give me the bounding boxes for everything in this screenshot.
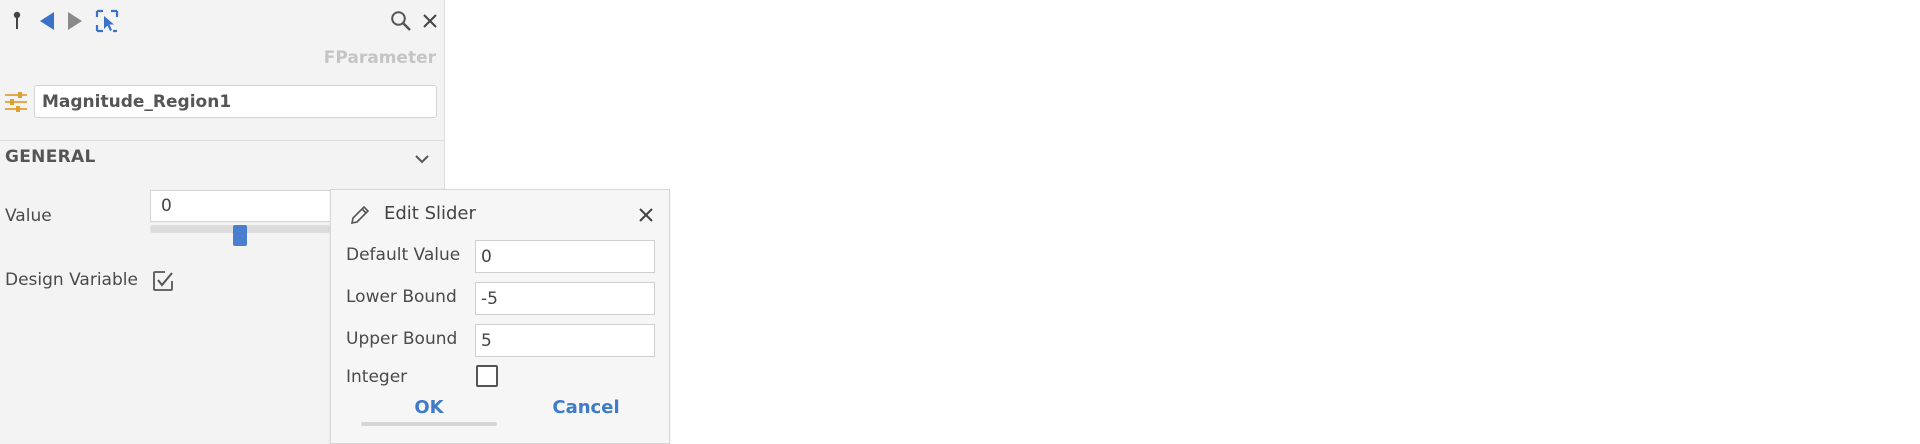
back-button[interactable]	[36, 8, 58, 34]
section-title-general: GENERAL	[5, 147, 96, 167]
lower-bound-label: Lower Bound	[346, 287, 457, 307]
forward-button[interactable]	[64, 8, 86, 34]
search-icon	[391, 11, 411, 31]
design-variable-label: Design Variable	[5, 270, 138, 290]
ok-button[interactable]: OK	[361, 397, 497, 418]
design-variable-checkbox[interactable]	[152, 270, 174, 292]
dialog-title: Edit Slider	[384, 203, 476, 224]
close-panel-button[interactable]	[418, 8, 442, 34]
edit-slider-dialog: Edit Slider Default Value 0 Lower Bound …	[330, 189, 670, 444]
checkbox-checked-icon	[153, 271, 173, 291]
divider	[0, 140, 445, 141]
parameter-name-input[interactable]: Magnitude_Region1	[34, 85, 437, 118]
value-input[interactable]: 0	[150, 190, 330, 222]
pencil-icon-wrap	[348, 203, 372, 227]
sliders-icon	[5, 92, 27, 112]
pin-button[interactable]	[6, 8, 28, 34]
integer-checkbox[interactable]	[476, 365, 498, 387]
forward-arrow-icon	[68, 12, 82, 30]
close-icon	[639, 208, 653, 222]
object-type-label: FParameter	[323, 48, 436, 68]
default-value-input[interactable]: 0	[475, 240, 655, 273]
cancel-button[interactable]: Cancel	[531, 397, 641, 418]
search-button[interactable]	[388, 8, 414, 34]
chevron-down-icon	[415, 155, 429, 164]
pin-icon	[13, 11, 21, 29]
dialog-close-button[interactable]	[635, 204, 657, 226]
integer-label: Integer	[346, 367, 408, 387]
upper-bound-input[interactable]: 5	[475, 324, 655, 357]
lower-bound-input[interactable]: -5	[475, 282, 655, 315]
close-icon	[423, 14, 437, 28]
section-toggle[interactable]	[410, 147, 434, 171]
value-slider-thumb[interactable]	[233, 225, 247, 246]
ok-button-underline	[361, 422, 497, 426]
select-icon	[95, 9, 119, 33]
value-label: Value	[5, 206, 52, 226]
sliders-icon-wrap	[4, 90, 28, 114]
upper-bound-label: Upper Bound	[346, 329, 458, 349]
pencil-icon	[350, 205, 370, 225]
back-arrow-icon	[40, 12, 54, 30]
default-value-label: Default Value	[346, 245, 461, 265]
select-button[interactable]	[94, 8, 120, 34]
